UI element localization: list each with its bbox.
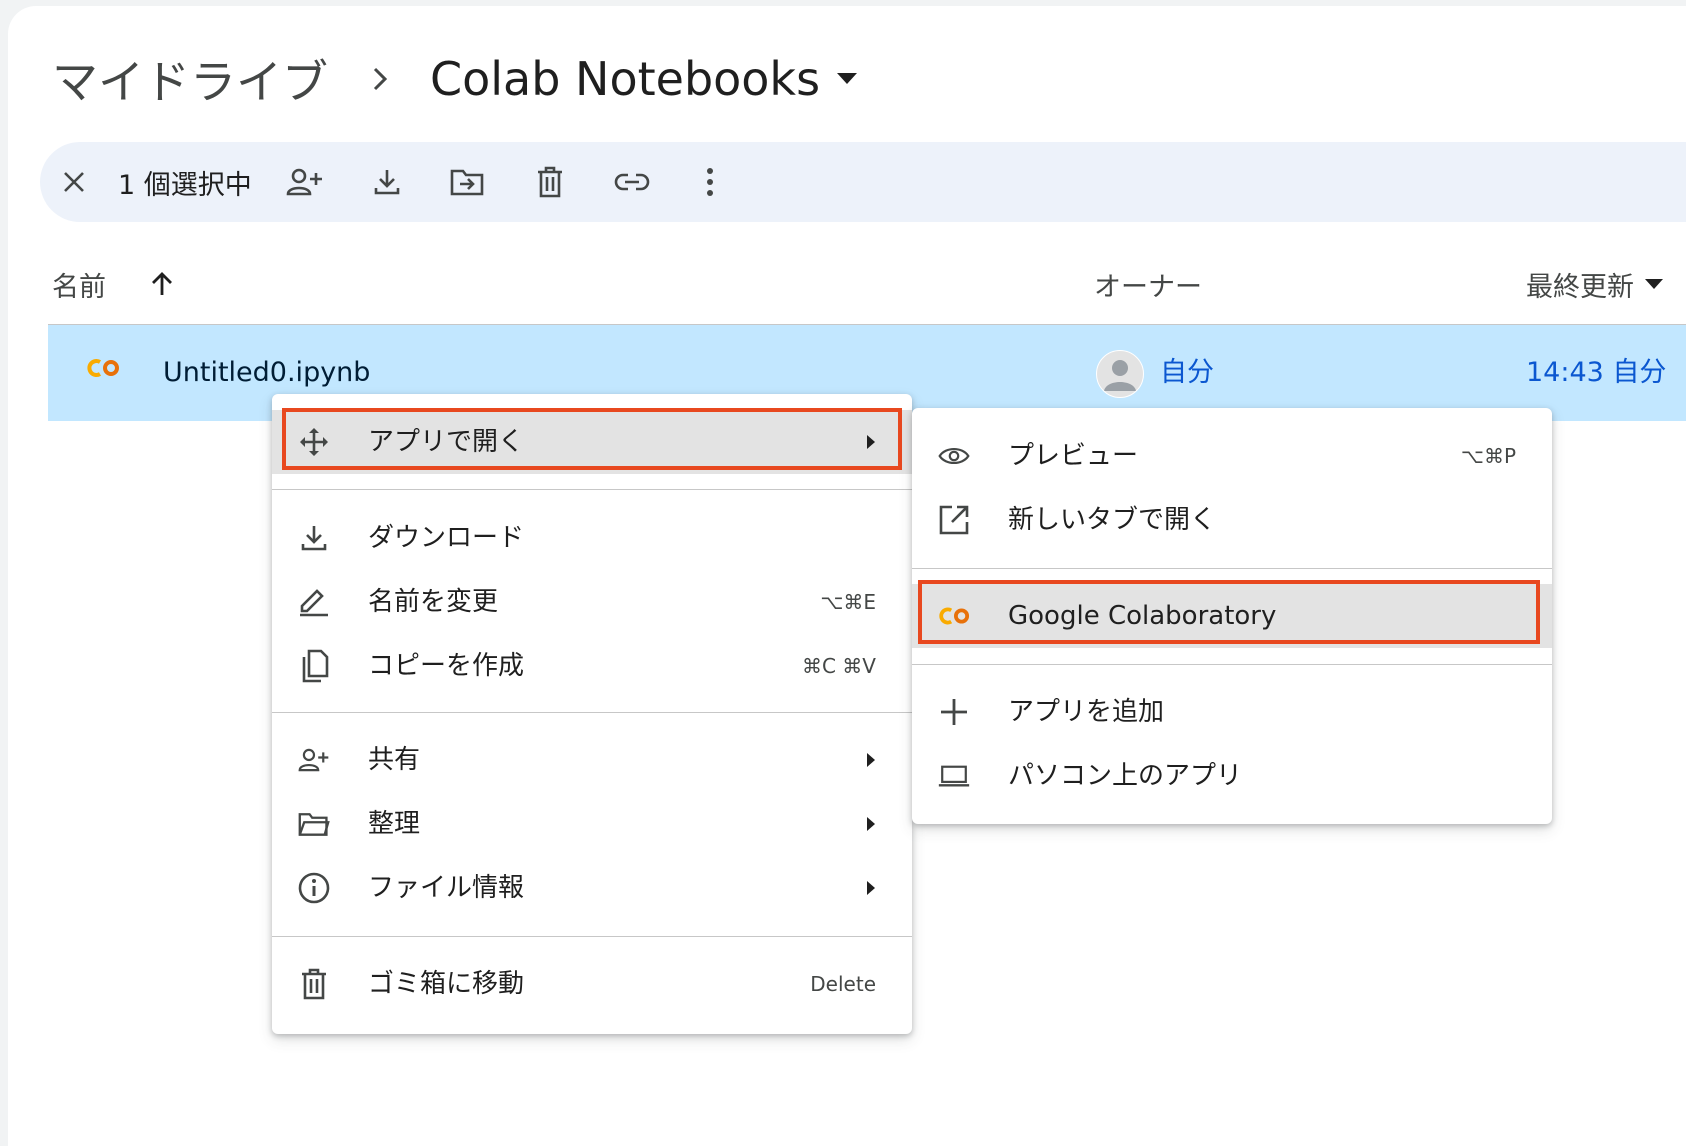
menu-item-trash[interactable]: ゴミ箱に移動 Delete [272, 952, 912, 1016]
submenu-item-preview[interactable]: プレビュー ⌥⌘P [912, 424, 1552, 488]
shortcut-preview: ⌥⌘P [1460, 444, 1516, 468]
folder-open-icon [298, 808, 330, 840]
submenu-label-preview: プレビュー [1008, 441, 1139, 471]
close-icon [64, 172, 84, 192]
download-icon [374, 170, 400, 195]
more-vert-icon [707, 168, 713, 196]
sort-ascending-icon[interactable] [150, 271, 174, 297]
laptop-icon [938, 760, 970, 792]
shortcut-trash: Delete [810, 972, 876, 996]
menu-label-copy: コピーを作成 [368, 651, 525, 681]
menu-label-share: 共有 [368, 745, 421, 775]
move-button[interactable] [450, 142, 484, 222]
menu-divider [912, 664, 1552, 665]
trash-icon [538, 166, 562, 198]
add-person-icon [286, 168, 322, 196]
move-to-folder-icon [450, 169, 484, 196]
info-icon [298, 872, 330, 904]
breadcrumb-current-label: Colab Notebooks [430, 52, 821, 106]
open-in-new-icon [938, 504, 970, 536]
menu-divider [272, 936, 912, 937]
submenu-arrow-icon [866, 880, 876, 900]
menu-item-file-info[interactable]: ファイル情報 [272, 856, 912, 920]
submenu-label-new-tab: 新しいタブで開く [1008, 505, 1217, 535]
breadcrumb: マイドライブ Colab Notebooks [52, 44, 858, 114]
trash-button[interactable] [536, 142, 564, 222]
owner-name: 自分 [1160, 357, 1214, 388]
menu-divider [912, 568, 1552, 569]
column-name-label: 名前 [52, 271, 106, 303]
submenu-arrow-icon [866, 752, 876, 772]
colab-icon [86, 357, 120, 383]
menu-label-rename: 名前を変更 [368, 587, 499, 617]
highlight-open-with [282, 408, 902, 470]
open-with-submenu: プレビュー ⌥⌘P 新しいタブで開く Google Colaboratory ア… [912, 408, 1552, 824]
menu-item-rename[interactable]: 名前を変更 ⌥⌘E [272, 570, 912, 634]
owner-avatar [1096, 350, 1144, 398]
menu-item-download[interactable]: ダウンロード [272, 506, 912, 570]
highlight-colab [918, 580, 1540, 644]
caret-down-icon [836, 72, 858, 86]
eye-icon [938, 440, 970, 472]
selection-toolbar: 1 個選択中 [40, 142, 1686, 222]
submenu-label-add-app: アプリを追加 [1008, 697, 1165, 727]
menu-item-share[interactable]: 共有 [272, 728, 912, 792]
shortcut-rename: ⌥⌘E [820, 590, 876, 614]
link-icon [614, 173, 650, 191]
caret-down-icon [1644, 278, 1664, 290]
breadcrumb-current[interactable]: Colab Notebooks [430, 52, 858, 106]
share-button[interactable] [286, 142, 324, 222]
selected-count: 1 個選択中 [118, 169, 252, 201]
chevron-right-icon [370, 65, 390, 93]
breadcrumb-root[interactable]: マイドライブ [52, 46, 328, 112]
context-menu: アプリで開く ダウンロード 名前を変更 ⌥⌘E コピーを作成 ⌘C ⌘V 共有 [272, 394, 912, 1034]
menu-divider [272, 489, 912, 490]
pencil-icon [298, 586, 330, 618]
submenu-arrow-icon [866, 816, 876, 836]
submenu-item-desktop-apps[interactable]: パソコン上のアプリ [912, 744, 1552, 808]
menu-item-copy[interactable]: コピーを作成 ⌘C ⌘V [272, 634, 912, 698]
submenu-label-desktop-apps: パソコン上のアプリ [1008, 761, 1243, 791]
plus-icon [938, 696, 970, 728]
shortcut-copy: ⌘C ⌘V [801, 654, 876, 678]
submenu-item-add-app[interactable]: アプリを追加 [912, 680, 1552, 744]
column-header-owner[interactable]: オーナー [1094, 262, 1202, 306]
menu-divider [272, 712, 912, 713]
menu-item-organize[interactable]: 整理 [272, 792, 912, 856]
copy-icon [298, 649, 330, 683]
menu-label-download: ダウンロード [368, 523, 525, 553]
last-modified: 14:43 自分 [1526, 357, 1667, 388]
copy-link-button[interactable] [614, 142, 650, 222]
more-actions-button[interactable] [706, 142, 714, 222]
menu-label-trash: ゴミ箱に移動 [368, 969, 525, 999]
submenu-item-new-tab[interactable]: 新しいタブで開く [912, 488, 1552, 552]
trash-icon [298, 968, 330, 1000]
column-header-name[interactable]: 名前 [52, 262, 174, 306]
menu-label-organize: 整理 [368, 809, 421, 839]
menu-label-file-info: ファイル情報 [368, 873, 525, 903]
download-icon [298, 522, 330, 554]
clear-selection-button[interactable] [62, 142, 86, 222]
download-button[interactable] [372, 142, 402, 222]
column-modified-label: 最終更新 [1526, 271, 1634, 303]
add-person-icon [298, 744, 330, 776]
column-header-modified[interactable]: 最終更新 [1526, 262, 1664, 306]
